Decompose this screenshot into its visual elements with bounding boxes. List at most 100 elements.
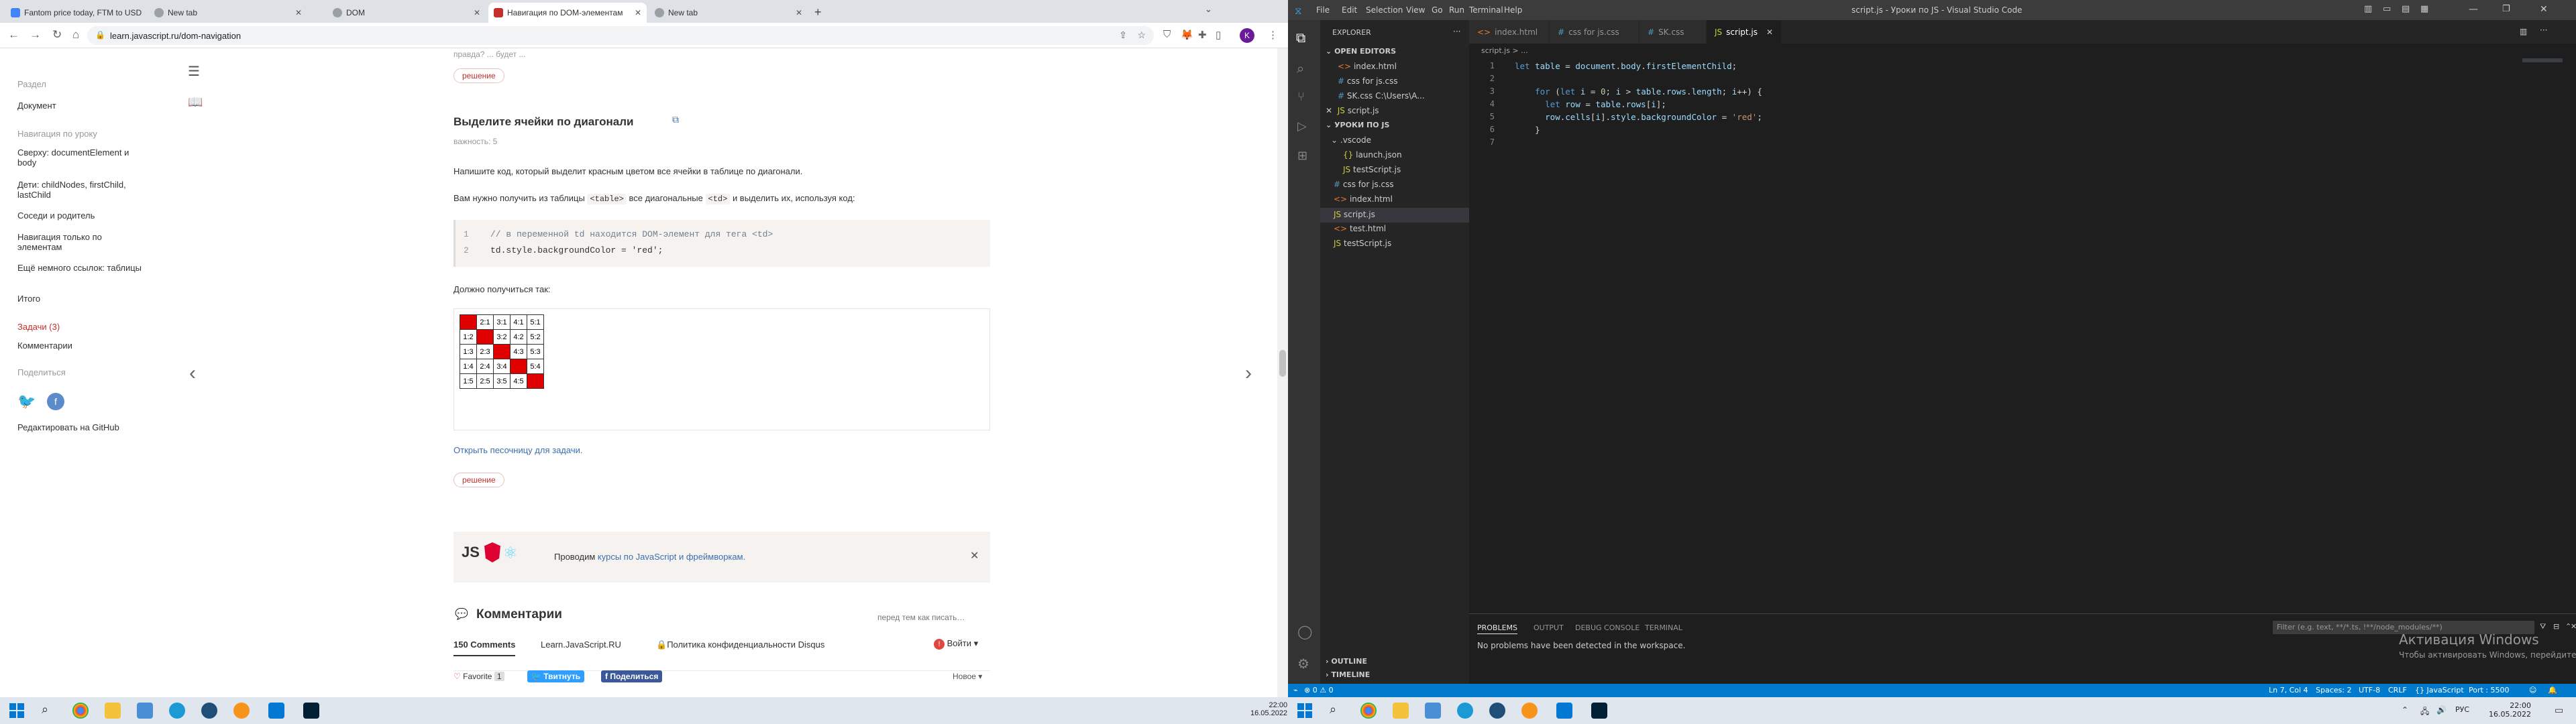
panel-tab-terminal[interactable]: TERMINAL xyxy=(1645,623,1682,632)
code-line[interactable]: let table = document.body.firstElementCh… xyxy=(1515,61,1737,71)
feedback-icon[interactable]: ☺ xyxy=(2529,686,2536,695)
restore-icon[interactable]: ❐ xyxy=(2502,4,2510,14)
back-icon[interactable]: ← xyxy=(8,28,19,42)
next-lesson-arrow-icon[interactable]: › xyxy=(1245,362,1252,385)
code-editor[interactable]: script.js > ... 1 let table = document.bo… xyxy=(1469,44,2576,613)
notifications-bell-icon[interactable]: 🔔 xyxy=(2548,686,2557,695)
solution-button[interactable]: решение xyxy=(453,68,504,83)
photoshop-icon[interactable] xyxy=(303,703,319,719)
account-icon[interactable]: ◯ xyxy=(1297,623,1312,640)
folder-section[interactable]: ⌄ УРОКИ ПО JS xyxy=(1326,121,1389,129)
minimize-icon[interactable]: — xyxy=(2469,4,2478,15)
task-link-icon[interactable]: ⧉ xyxy=(672,114,679,125)
line-ending[interactable]: CRLF xyxy=(2388,686,2407,695)
editor-tab[interactable]: <> index.html xyxy=(1469,20,1550,44)
vscode-icon[interactable] xyxy=(1556,703,1572,719)
panel-tab-output[interactable]: OUTPUT xyxy=(1534,623,1564,632)
tray-chevron-icon[interactable]: ⌃ xyxy=(2402,705,2408,715)
browser-tab-active[interactable]: Навигация по DOM-элементам ✕ xyxy=(488,3,647,23)
layout-toggle-icon[interactable]: ▭ xyxy=(2383,4,2391,14)
settings-gear-icon[interactable]: ⚙ xyxy=(1297,656,1309,672)
menu-item[interactable]: Help xyxy=(1504,5,1522,15)
code-line[interactable]: for (let i = 0; i > table.rows.length; i… xyxy=(1515,86,1762,97)
open-editors-section[interactable]: ⌄ OPEN EDITORS xyxy=(1326,47,1396,56)
indentation[interactable]: Spaces: 2 xyxy=(2316,686,2351,695)
timeline-section[interactable]: › TIMELINE xyxy=(1326,670,1370,679)
search-icon[interactable]: ⌕ xyxy=(42,703,48,717)
code-line[interactable]: row.cells[i].style.backgroundColor = 're… xyxy=(1515,112,1762,122)
disqus-privacy-link[interactable]: 🔒Политика конфиденциальности Disqus xyxy=(656,640,824,650)
sidebar-link[interactable]: Ещё немного ссылок: таблицы xyxy=(17,263,145,273)
close-icon[interactable]: ✕ xyxy=(635,8,641,17)
tree-file[interactable]: JS testScript.js xyxy=(1334,239,1391,248)
sidebar-link[interactable]: Соседи и родитель xyxy=(17,210,145,221)
sandbox-link[interactable]: Открыть песочницу для задачи. xyxy=(453,445,583,455)
favorite-button[interactable]: ♡ Favorite 1 xyxy=(453,672,504,681)
collapse-all-icon[interactable]: ⊟ xyxy=(2553,622,2559,631)
search-icon[interactable]: ⌕ xyxy=(1330,703,1336,717)
facebook-share-button[interactable]: f Поделиться xyxy=(601,670,663,682)
tweet-button[interactable]: 🐦 Твитнуть xyxy=(527,670,585,682)
metamask-fox-icon[interactable]: 🦊 xyxy=(1181,29,1193,41)
menu-item[interactable]: Run xyxy=(1449,5,1464,15)
extension-shield-icon[interactable]: ⛉ xyxy=(1163,29,1171,40)
app-icon[interactable] xyxy=(1425,703,1441,719)
sidebar-link[interactable]: Сверху: documentElement и body xyxy=(17,147,145,168)
search-icon[interactable]: ⌕ xyxy=(1297,60,1304,76)
editor-tab[interactable]: # SK.css xyxy=(1640,20,1707,44)
menu-kebab-icon[interactable]: ⋮ xyxy=(1268,29,1278,41)
sidebar-link[interactable]: Дети: childNodes, firstChild, lastChild xyxy=(17,180,145,200)
twitter-icon[interactable]: 🐦 xyxy=(17,393,36,410)
sidebar-link-document[interactable]: Документ xyxy=(17,101,145,111)
tree-file-selected[interactable]: JS script.js xyxy=(1320,208,1469,223)
layout-toggle-icon[interactable]: ▥ xyxy=(2364,4,2372,14)
volume-icon[interactable]: 🔊 xyxy=(2436,705,2447,715)
sidebar-link-tasks[interactable]: Задачи (3) xyxy=(17,322,145,332)
file-explorer-icon[interactable] xyxy=(1393,703,1409,719)
menu-item[interactable]: View xyxy=(1406,5,1425,15)
windows-start-icon[interactable] xyxy=(9,703,24,718)
new-tab-button[interactable]: + xyxy=(814,5,822,19)
tree-file[interactable]: JS testScript.js xyxy=(1343,165,1401,174)
tree-folder[interactable]: ⌄ .vscode xyxy=(1331,135,1371,145)
app-icon[interactable] xyxy=(233,703,250,719)
sidebar-link-github[interactable]: Редактировать на GitHub xyxy=(17,422,145,432)
comments-hint-link[interactable]: перед тем как писать… xyxy=(877,613,965,622)
forward-icon[interactable]: → xyxy=(30,28,41,42)
comments-count-tab[interactable]: 150 Comments xyxy=(453,640,516,656)
open-editor-item[interactable]: <> index.html xyxy=(1338,62,1397,71)
clock[interactable]: 22:00 16.05.2022 xyxy=(2489,701,2531,719)
close-icon[interactable]: ✕ xyxy=(1766,27,1773,37)
tree-file[interactable]: {} launch.json xyxy=(1343,150,1402,160)
encoding[interactable]: UTF-8 xyxy=(2359,686,2380,695)
hamburger-menu-icon[interactable]: ☰ xyxy=(188,63,200,80)
reload-icon[interactable]: ↻ xyxy=(52,28,62,42)
explorer-files-icon[interactable]: ⧉ xyxy=(1296,29,1305,46)
app-icon[interactable] xyxy=(1489,703,1505,719)
app-icon[interactable] xyxy=(201,703,217,719)
panel-tab-debug-console[interactable]: DEBUG CONSOLE xyxy=(1575,623,1640,632)
page-scrollbar[interactable] xyxy=(1277,48,1288,697)
menu-item[interactable]: Selection xyxy=(1366,5,1403,15)
app-icon[interactable] xyxy=(169,703,185,719)
browser-tab[interactable]: New tab ✕ xyxy=(149,3,307,23)
open-editor-item-active[interactable]: ✕ JS script.js xyxy=(1326,106,1379,115)
panel-tab-problems[interactable]: PROBLEMS xyxy=(1477,623,1518,634)
tree-file[interactable]: <> index.html xyxy=(1334,194,1393,204)
photoshop-icon[interactable] xyxy=(1591,703,1607,719)
scrollbar-thumb[interactable] xyxy=(1279,350,1286,377)
promo-link[interactable]: курсы по JavaScript и фреймворкам. xyxy=(598,552,745,562)
close-icon[interactable]: ✕ xyxy=(970,549,979,562)
cursor-position[interactable]: Ln 7, Col 4 xyxy=(2269,686,2308,695)
chrome-icon[interactable] xyxy=(72,703,89,719)
remote-indicator-icon[interactable]: ⌁ xyxy=(1293,686,1298,695)
chrome-icon[interactable] xyxy=(1360,703,1377,719)
close-icon[interactable]: ✕ xyxy=(2540,4,2548,15)
outline-section[interactable]: › OUTLINE xyxy=(1326,657,1367,666)
tab-search-icon[interactable]: ⌄ xyxy=(1205,4,1212,15)
more-actions-icon[interactable]: ··· xyxy=(1453,27,1460,36)
close-icon[interactable]: ✕ xyxy=(796,8,802,17)
home-icon[interactable]: ⌂ xyxy=(72,28,79,42)
close-icon[interactable]: ✕ xyxy=(474,8,480,17)
browser-tab[interactable]: DOM ✕ xyxy=(327,3,486,23)
